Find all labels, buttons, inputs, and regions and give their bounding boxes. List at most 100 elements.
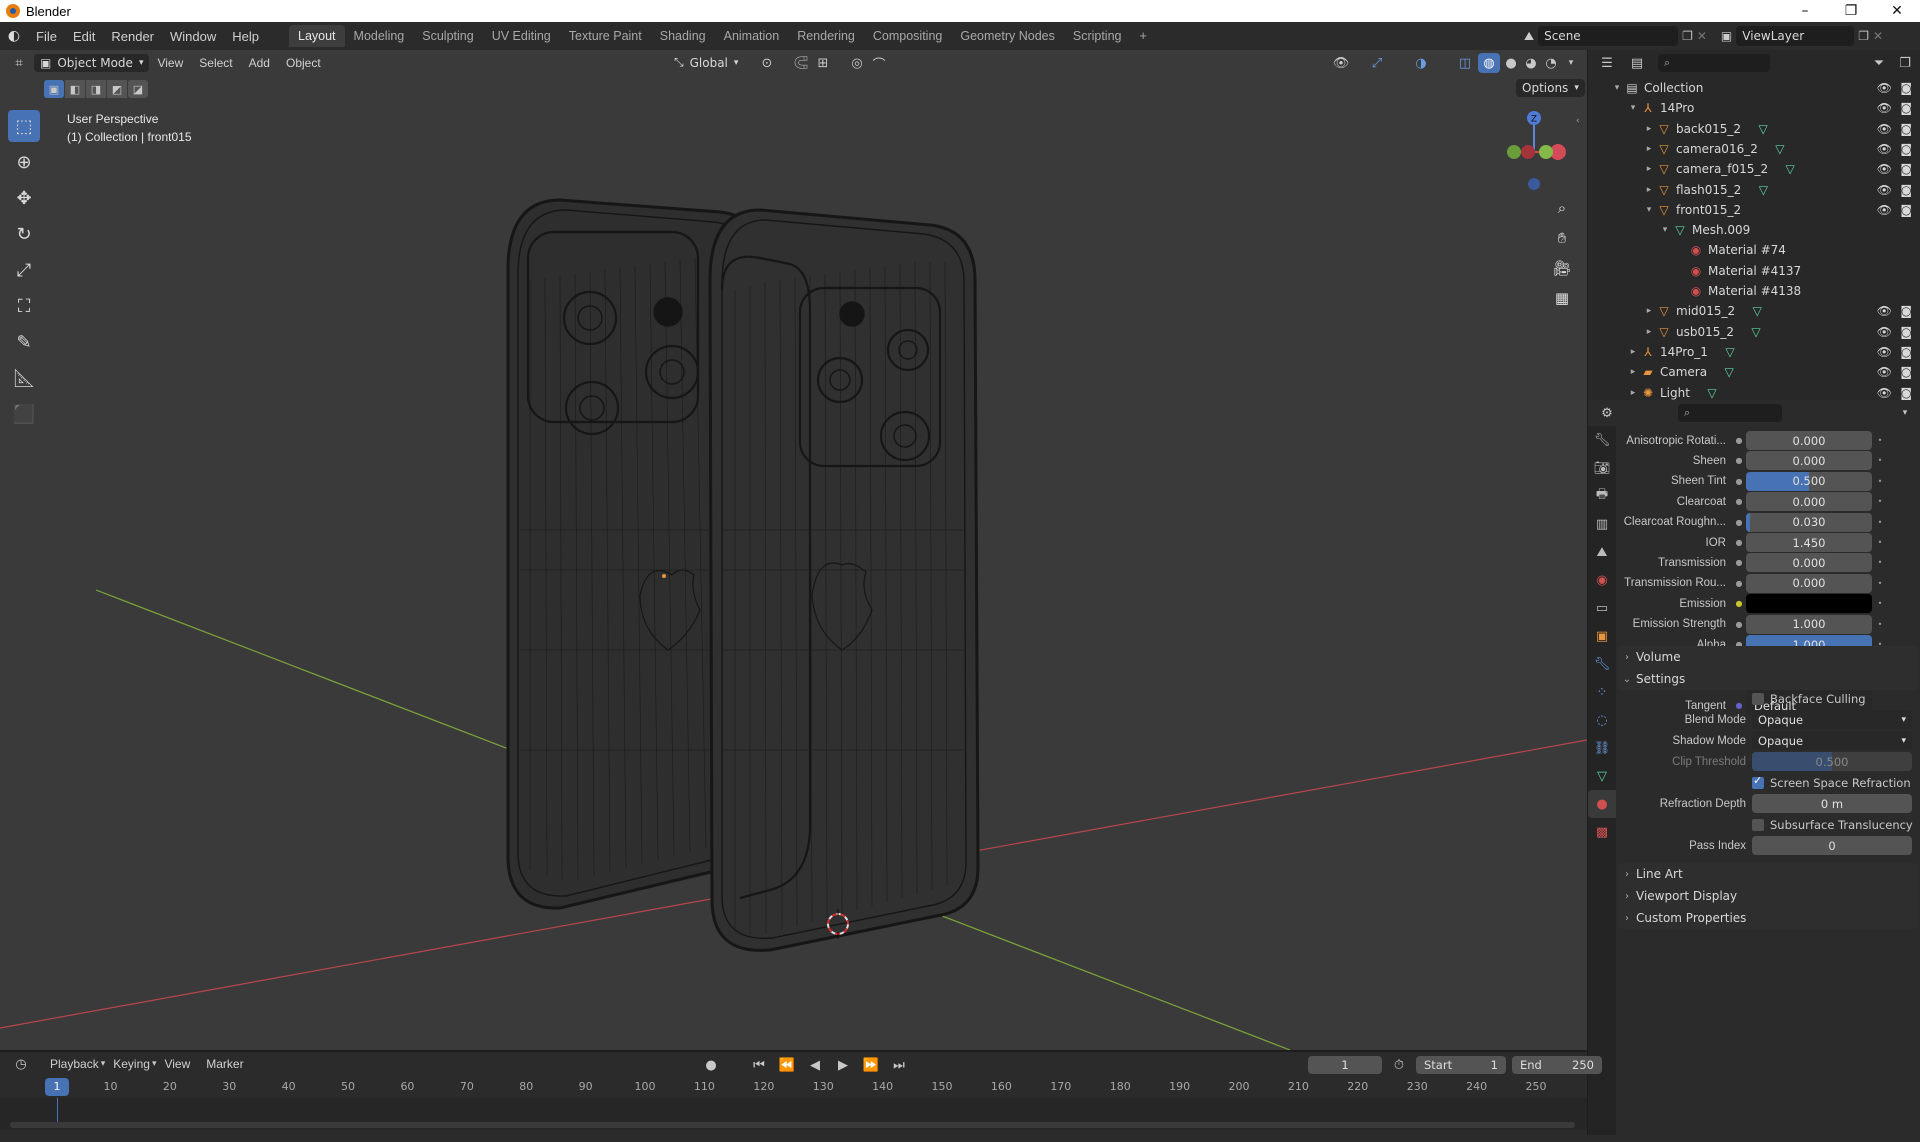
- expand-right-icon[interactable]: ▸: [1642, 144, 1656, 154]
- timeline-scrollbar[interactable]: [10, 1122, 1575, 1128]
- socket-dot-icon[interactable]: ●: [1732, 477, 1746, 486]
- render-camera-icon[interactable]: ◙: [1900, 101, 1912, 115]
- object-data-icon[interactable]: ▽: [1755, 122, 1771, 136]
- add-cube-tool-icon[interactable]: ⬛: [8, 398, 40, 430]
- socket-dot-icon[interactable]: ●: [1732, 579, 1746, 588]
- rotate-tool-icon[interactable]: ↻: [8, 218, 40, 250]
- object-data-icon[interactable]: ▽: [1772, 142, 1788, 156]
- object-data-icon[interactable]: ▽: [1704, 386, 1720, 400]
- pan-hand-icon[interactable]: ✋︎: [1550, 226, 1574, 250]
- view-layer-selector[interactable]: ViewLayer: [1736, 26, 1855, 46]
- rendered-shading-icon[interactable]: ◔: [1540, 53, 1562, 73]
- outliner-row[interactable]: ▾ ▤ Collection 👁︎ ◙: [1588, 78, 1920, 98]
- select-subtract-icon[interactable]: ◨: [86, 80, 106, 98]
- line-art-section[interactable]: › Line Art: [1618, 863, 1918, 885]
- render-camera-icon[interactable]: ◙: [1900, 325, 1912, 339]
- gizmo-y-icon[interactable]: [1539, 145, 1553, 159]
- menu-help[interactable]: Help: [224, 29, 267, 44]
- property-field[interactable]: 1.450: [1746, 533, 1872, 552]
- gizmo-y-neg-icon[interactable]: [1507, 145, 1521, 159]
- visibility-eye-icon[interactable]: 👁︎: [1877, 304, 1892, 318]
- property-field[interactable]: 0.000: [1746, 431, 1872, 450]
- solid-shading-icon[interactable]: ●: [1500, 53, 1522, 73]
- visibility-eye-icon[interactable]: 👁︎: [1877, 203, 1892, 217]
- object-data-icon[interactable]: ▽: [1748, 325, 1764, 339]
- visibility-filter-icon[interactable]: 👁︎: [1330, 53, 1352, 73]
- property-field[interactable]: [1746, 594, 1872, 614]
- property-field[interactable]: 0.030: [1746, 512, 1872, 532]
- socket-dot-icon[interactable]: ●: [1732, 538, 1746, 547]
- visibility-eye-icon[interactable]: 👁︎: [1877, 183, 1892, 197]
- clip-threshold-field[interactable]: 0.500: [1752, 752, 1912, 771]
- timeline-editor-type-icon[interactable]: ◷: [10, 1054, 32, 1074]
- keyframe-dot-icon[interactable]: •: [1872, 477, 1888, 486]
- current-frame-field[interactable]: 1: [1308, 1056, 1382, 1074]
- render-camera-icon[interactable]: ◙: [1900, 142, 1912, 156]
- screen-space-refraction-checkbox[interactable]: [1752, 774, 1764, 789]
- 3d-viewport[interactable]: ⌗ ▣ Object Mode ▾ View Select Add Object…: [0, 50, 1587, 1050]
- property-field[interactable]: 0.000: [1746, 492, 1872, 512]
- next-keyframe-icon[interactable]: ⏩: [860, 1055, 882, 1075]
- timeline-ruler[interactable]: 1 10 20 30 40 50 60 70 80 90 100 110 120 130 140 150 160…: [0, 1078, 1587, 1098]
- expand-right-icon[interactable]: ▸: [1642, 306, 1656, 316]
- annotate-tool-icon[interactable]: ✎: [8, 326, 40, 358]
- outliner-editor-type-icon[interactable]: ☰: [1596, 53, 1618, 73]
- outliner-row[interactable]: ▸ ▽ mid015_2 ▽ 👁︎ ◙: [1588, 301, 1920, 321]
- preview-range-icon[interactable]: ⏱: [1388, 1055, 1410, 1075]
- socket-dot-icon[interactable]: ●: [1732, 620, 1746, 629]
- keyframe-dot-icon[interactable]: •: [1872, 456, 1888, 465]
- custom-properties-section[interactable]: › Custom Properties: [1618, 907, 1918, 929]
- expand-right-icon[interactable]: ▸: [1626, 388, 1640, 398]
- transform-orientation-dropdown[interactable]: ⤡ Global ▾: [668, 53, 744, 72]
- expand-down-icon[interactable]: ▾: [1610, 83, 1624, 93]
- visibility-eye-icon[interactable]: 👁︎: [1877, 142, 1892, 156]
- backface-culling-checkbox[interactable]: [1752, 692, 1764, 705]
- keyframe-dot-icon[interactable]: •: [1872, 436, 1888, 445]
- property-field[interactable]: 1.000: [1746, 614, 1872, 634]
- keyframe-dot-icon[interactable]: •: [1872, 538, 1888, 547]
- visibility-eye-icon[interactable]: 👁︎: [1877, 122, 1892, 136]
- visibility-eye-icon[interactable]: 👁︎: [1877, 345, 1892, 359]
- tab-rendering[interactable]: Rendering: [788, 25, 864, 47]
- expand-right-icon[interactable]: ▸: [1626, 367, 1640, 377]
- menu-edit[interactable]: Edit: [65, 29, 103, 44]
- socket-dot-icon[interactable]: ●: [1732, 558, 1746, 567]
- timeline-menu-keying[interactable]: Keying: [105, 1057, 158, 1071]
- wireframe-shading-icon[interactable]: ◍: [1478, 53, 1500, 73]
- object-data-icon[interactable]: ▽: [1722, 345, 1738, 359]
- expand-right-icon[interactable]: ▸: [1626, 347, 1640, 357]
- play-reverse-icon[interactable]: ◀: [804, 1055, 826, 1075]
- tab-uv-editing[interactable]: UV Editing: [483, 25, 560, 47]
- viewport-menu-object[interactable]: Object: [278, 56, 329, 70]
- viewport-menu-view[interactable]: View: [149, 56, 191, 70]
- tab-scripting[interactable]: Scripting: [1064, 25, 1131, 47]
- socket-dot-icon[interactable]: ●: [1732, 518, 1746, 527]
- zoom-icon[interactable]: ⌕: [1550, 196, 1574, 220]
- socket-dot-icon[interactable]: ●: [1732, 456, 1746, 465]
- settings-section[interactable]: ⌄ Settings: [1618, 668, 1918, 690]
- outliner-row[interactable]: ◉ Material #4138: [1588, 281, 1920, 301]
- visibility-eye-icon[interactable]: 👁︎: [1877, 81, 1892, 95]
- outliner-row[interactable]: ▾ ▽ front015_2 👁︎ ◙: [1588, 200, 1920, 220]
- display-mode-icon[interactable]: ▤: [1626, 53, 1648, 73]
- visibility-eye-icon[interactable]: 👁︎: [1877, 325, 1892, 339]
- blender-menu-icon[interactable]: ◐: [0, 28, 28, 44]
- expand-down-icon[interactable]: ▾: [1642, 205, 1656, 215]
- property-field[interactable]: 0.000: [1746, 451, 1872, 471]
- proportional-editing-icon[interactable]: ◎: [846, 53, 868, 73]
- delete-view-layer-icon[interactable]: ✕: [1873, 29, 1883, 43]
- blend-mode-select[interactable]: Opaque ▾: [1752, 710, 1912, 729]
- gizmo-z-neg-icon[interactable]: [1528, 178, 1540, 190]
- new-scene-icon[interactable]: ❐: [1682, 29, 1693, 43]
- visibility-eye-icon[interactable]: 👁︎: [1877, 386, 1892, 400]
- delete-scene-icon[interactable]: ✕: [1697, 29, 1707, 43]
- expand-right-icon[interactable]: ▸: [1642, 164, 1656, 174]
- volume-section[interactable]: › Volume: [1618, 646, 1918, 668]
- object-data-icon[interactable]: ▽: [1721, 365, 1737, 379]
- pass-index-field[interactable]: 0: [1752, 836, 1912, 855]
- object-data-icon[interactable]: ▽: [1782, 162, 1798, 176]
- outliner-row[interactable]: ▸ ▰ Camera ▽ 👁︎ ◙: [1588, 362, 1920, 382]
- socket-dot-icon[interactable]: ●: [1732, 497, 1746, 506]
- camera-view-icon[interactable]: 🎥︎: [1550, 256, 1574, 280]
- editor-type-icon[interactable]: ⌗: [8, 53, 30, 73]
